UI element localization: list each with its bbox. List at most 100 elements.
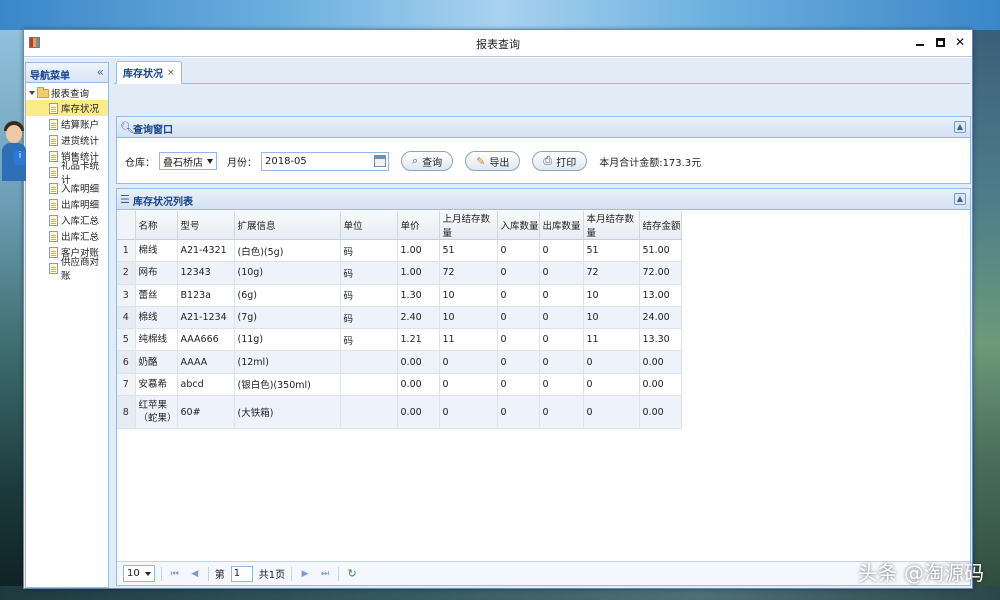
prev-page-icon[interactable]: ◀	[188, 567, 202, 581]
nav-tree: 报表查询 库存状况结算账户进货统计销售统计礼品卡统计入库明细出库明细入库汇总出库…	[26, 83, 108, 276]
last-page-icon[interactable]: ⏭	[318, 567, 332, 581]
export-pen-icon: ✎	[476, 155, 485, 168]
column-header[interactable]: 单价	[397, 211, 439, 240]
refresh-icon[interactable]: ↻	[345, 567, 359, 581]
table-cell: 0	[583, 373, 639, 395]
tree-item[interactable]: 供应商对账	[26, 260, 108, 276]
tree-item-label: 库存状况	[61, 101, 99, 115]
table-cell: 网布	[135, 262, 177, 284]
first-page-icon[interactable]: ⏮	[168, 567, 182, 581]
export-button-label: 导出	[489, 154, 509, 169]
table-row[interactable]: 8红苹果（蛇果）60#(大铁箱)0.0000000.00	[117, 396, 681, 429]
window-title: 报表查询	[24, 36, 972, 52]
column-header[interactable]: 名称	[135, 211, 177, 240]
list-panel-header: ☰ 库存状况列表 ▲	[117, 189, 970, 210]
page-size-select[interactable]: 10	[123, 565, 155, 582]
expand-triangle-icon[interactable]	[29, 91, 35, 95]
month-input[interactable]: 2018-05	[261, 152, 389, 171]
page-number-value: 1	[234, 568, 240, 579]
column-header[interactable]: 入库数量	[497, 211, 539, 240]
table-cell: 2.40	[397, 306, 439, 328]
document-icon	[49, 199, 58, 210]
table-cell: (10g)	[234, 262, 340, 284]
table-cell: 1.30	[397, 284, 439, 306]
table-row[interactable]: 6奶酪AAAA(12ml)0.0000000.00	[117, 351, 681, 373]
table-cell: B123a	[177, 284, 234, 306]
tree-root-report[interactable]: 报表查询	[26, 86, 108, 100]
tree-root-label: 报表查询	[51, 86, 89, 100]
table-cell: AAAA	[177, 351, 234, 373]
table-row[interactable]: 1棉线A21-4321(白色)(5g)码1.0051005151.00	[117, 240, 681, 262]
inventory-list-panel: ☰ 库存状况列表 ▲ 名称型号扩展信息单位单价上月结存数量入库数量出库数量本月结…	[116, 188, 971, 586]
tree-item[interactable]: 库存状况	[26, 100, 108, 116]
printer-icon: ⎙	[543, 154, 552, 168]
tree-item[interactable]: 入库明细	[26, 180, 108, 196]
monthly-total: 本月合计金额:173.3元	[599, 154, 701, 169]
tree-item[interactable]: 结算账户	[26, 116, 108, 132]
column-header[interactable]: 扩展信息	[234, 211, 340, 240]
tree-item-label: 进货统计	[61, 133, 99, 147]
collapse-up-icon[interactable]: ▲	[954, 121, 966, 133]
pager-separator	[161, 567, 162, 581]
close-icon: ✕	[955, 35, 965, 49]
table-cell: 码	[340, 240, 397, 262]
collapse-up-icon[interactable]: ▲	[954, 193, 966, 205]
column-header[interactable]: 上月结存数量	[439, 211, 497, 240]
print-button-label: 打印	[556, 154, 576, 169]
close-button[interactable]: ✕	[952, 33, 968, 51]
tree-item[interactable]: 进货统计	[26, 132, 108, 148]
query-row: 仓库： 叠石桥店 月份： 2018-05 ⌕ 查询	[125, 151, 701, 171]
table-cell: AAA666	[177, 329, 234, 351]
avatar: i	[2, 121, 26, 181]
calendar-icon[interactable]	[374, 155, 386, 167]
table-row[interactable]: 5纯棉线AAA666(11g)码1.2111001113.30	[117, 329, 681, 351]
table-cell: 10	[439, 306, 497, 328]
tab-inventory-status[interactable]: 库存状况 ×	[116, 61, 182, 84]
report-window: 报表查询 ✕ i 导航菜单 « 报表查询	[23, 29, 973, 589]
table-header-row: 名称型号扩展信息单位单价上月结存数量入库数量出库数量本月结存数量结存金额	[117, 211, 681, 240]
table-cell: A21-1234	[177, 306, 234, 328]
query-button-label: 查询	[422, 154, 442, 169]
tree-item[interactable]: 礼品卡统计	[26, 164, 108, 180]
table-cell: (7g)	[234, 306, 340, 328]
pagination-bar: 10 ⏮ ◀ 第 1 共1页 ▶ ⏭ ↻	[117, 561, 970, 585]
nav-header: 导航菜单 «	[26, 63, 108, 83]
dropdown-arrow-icon	[207, 159, 213, 164]
export-button[interactable]: ✎ 导出	[465, 151, 520, 171]
query-button[interactable]: ⌕ 查询	[401, 151, 453, 171]
tree-item[interactable]: 出库明细	[26, 196, 108, 212]
minimize-button[interactable]	[912, 33, 928, 51]
print-button[interactable]: ⎙ 打印	[532, 151, 587, 171]
table-cell: 0.00	[397, 373, 439, 395]
table-row[interactable]: 4棉线A21-1234(7g)码2.4010001024.00	[117, 306, 681, 328]
row-number-cell: 7	[117, 373, 135, 395]
row-number-cell: 6	[117, 351, 135, 373]
tree-item[interactable]: 出库汇总	[26, 228, 108, 244]
document-icon	[49, 231, 58, 242]
table-row[interactable]: 7安慕希abcd(银白色)(350ml)0.0000000.00	[117, 373, 681, 395]
tree-item[interactable]: 入库汇总	[26, 212, 108, 228]
maximize-icon	[936, 38, 945, 47]
table-cell	[340, 396, 397, 429]
tab-close-icon[interactable]: ×	[167, 68, 175, 78]
column-header[interactable]: 结存金额	[639, 211, 681, 240]
column-header[interactable]: 型号	[177, 211, 234, 240]
maximize-button[interactable]	[932, 33, 948, 51]
column-header[interactable]: 出库数量	[539, 211, 583, 240]
column-header[interactable]: 单位	[340, 211, 397, 240]
column-header[interactable]: 本月结存数量	[583, 211, 639, 240]
table-cell: 1.21	[397, 329, 439, 351]
page-number-input[interactable]: 1	[231, 566, 253, 582]
table-cell: 0	[497, 262, 539, 284]
warehouse-value: 叠石桥店	[163, 154, 203, 169]
table-row[interactable]: 2网布12343(10g)码1.0072007272.00	[117, 262, 681, 284]
title-bar[interactable]: 报表查询 ✕	[24, 30, 972, 57]
warehouse-select[interactable]: 叠石桥店	[159, 152, 217, 170]
table-cell: 60#	[177, 396, 234, 429]
table-cell: 1.00	[397, 262, 439, 284]
table-row[interactable]: 3蕾丝B123a(6g)码1.3010001013.00	[117, 284, 681, 306]
table-cell: 纯棉线	[135, 329, 177, 351]
collapse-left-icon[interactable]: «	[97, 65, 104, 79]
desktop-left-edge	[0, 30, 24, 600]
next-page-icon[interactable]: ▶	[298, 567, 312, 581]
